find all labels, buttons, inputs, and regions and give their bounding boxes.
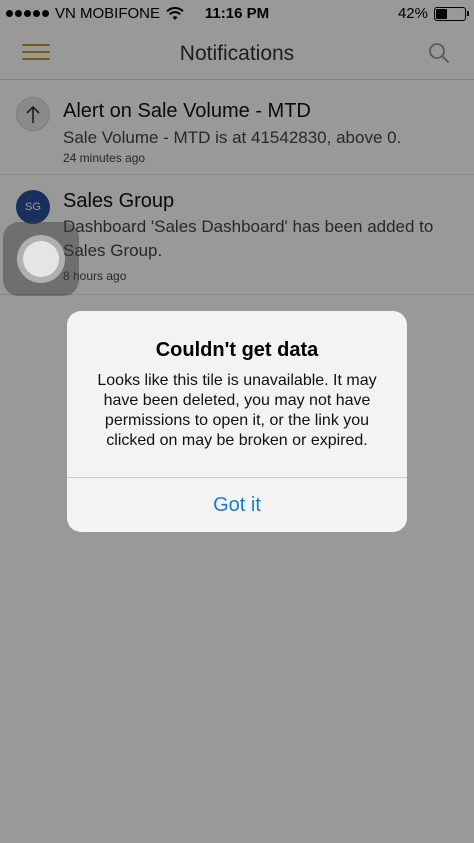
error-alert-dialog: Couldn't get data Looks like this tile i… [67, 311, 407, 532]
alert-title: Couldn't get data [155, 339, 319, 361]
got-it-button[interactable]: Got it [67, 478, 407, 532]
assistive-touch-core [23, 241, 59, 277]
app-screen: VN MOBIFONE 11:16 PM 42% Notifications A… [0, 0, 474, 843]
assistive-touch-ring [17, 235, 65, 283]
assistive-touch-button[interactable] [3, 222, 79, 296]
alert-message: Looks like this tile is unavailable. It … [97, 372, 377, 449]
